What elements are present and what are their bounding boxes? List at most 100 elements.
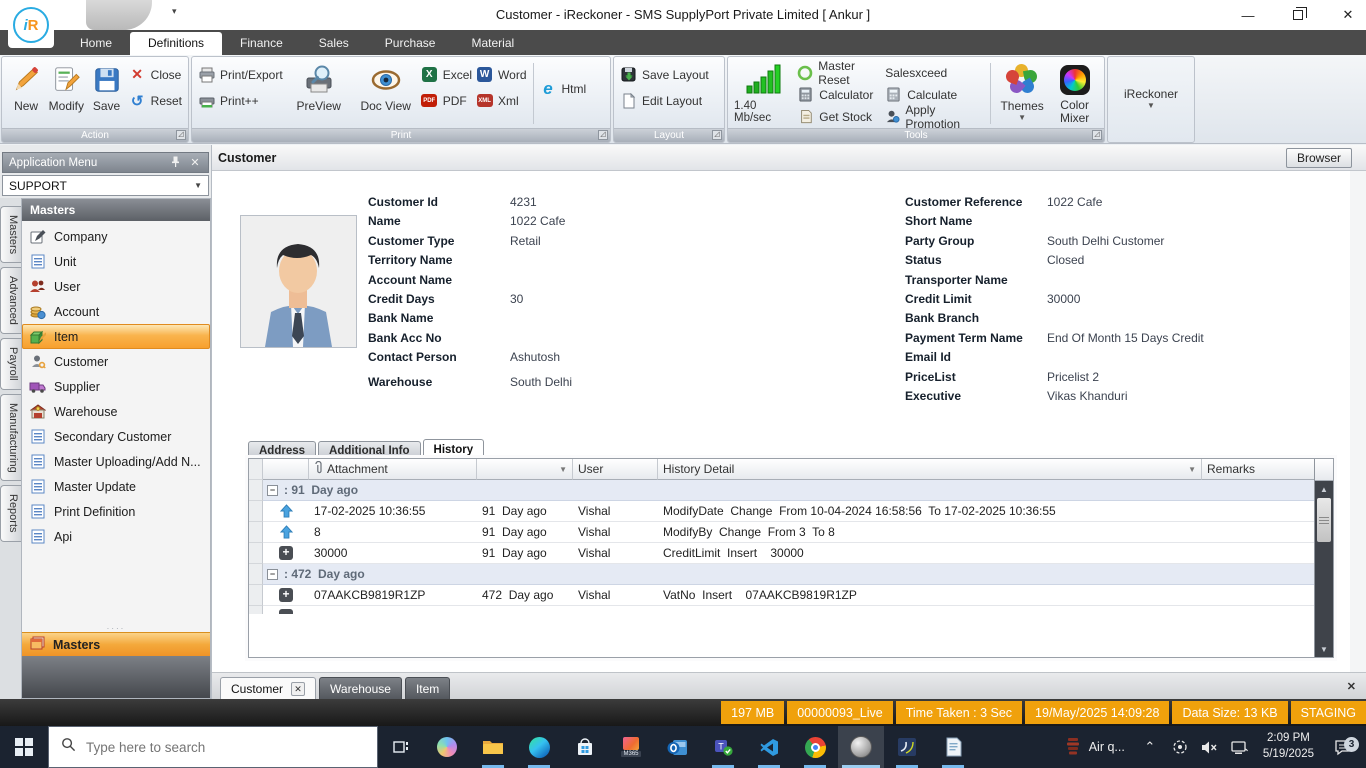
filter-icon[interactable]: ▼: [1188, 465, 1196, 474]
table-row-cell[interactable]: ModifyDate Change From 10-04-2024 16:58:…: [658, 501, 1202, 522]
tab-finance[interactable]: Finance: [222, 32, 301, 55]
taskbar-search[interactable]: [48, 726, 378, 768]
weather-widget[interactable]: Air q...: [1057, 737, 1133, 758]
new-button[interactable]: New: [8, 61, 44, 113]
sidebar-item-company[interactable]: Company: [22, 224, 210, 249]
sidebar-item-item[interactable]: Item: [22, 324, 210, 349]
sidebar-item-user[interactable]: User: [22, 274, 210, 299]
save-layout-button[interactable]: Save Layout: [620, 65, 709, 84]
table-row-cell[interactable]: [1202, 585, 1314, 606]
reset-button[interactable]: ↺ Reset: [129, 91, 182, 110]
tab-material[interactable]: Material: [453, 32, 532, 55]
tabstrip-close-icon[interactable]: ✕: [1347, 680, 1356, 693]
doc-tab-customer[interactable]: Customer ✕: [220, 677, 316, 699]
teams-icon[interactable]: T: [700, 726, 746, 768]
ireckoner-menu-button[interactable]: iReckoner ▼: [1114, 61, 1188, 109]
copilot-icon[interactable]: [424, 726, 470, 768]
scrollbar-thumb[interactable]: [1317, 498, 1331, 542]
module-selector[interactable]: SUPPORT ▼: [2, 175, 209, 196]
table-row-cell[interactable]: [1202, 501, 1314, 522]
edit-layout-button[interactable]: Edit Layout: [620, 91, 709, 110]
close-button[interactable]: ✕: [1338, 5, 1358, 25]
browser-button[interactable]: Browser: [1286, 148, 1352, 168]
sidebar-item-customer[interactable]: Customer: [22, 349, 210, 374]
header-age[interactable]: ▼: [477, 459, 573, 480]
layout-dialog-launcher[interactable]: ◿: [712, 130, 722, 140]
pin-icon[interactable]: [168, 156, 182, 170]
table-row-cell[interactable]: 8: [309, 522, 477, 543]
header-user[interactable]: User: [573, 459, 658, 480]
table-row-cell[interactable]: Vishal: [573, 543, 658, 564]
apply-promotion-button[interactable]: Apply Promotion: [885, 107, 984, 126]
master-reset-button[interactable]: Master Reset: [797, 63, 881, 82]
sidebar-item-master-uploading[interactable]: Master Uploading/Add N...: [22, 449, 210, 474]
tab-definitions[interactable]: Definitions: [130, 32, 222, 55]
pdf-button[interactable]: PDF PDF: [421, 91, 472, 110]
file-explorer-icon[interactable]: [470, 726, 516, 768]
table-scrollbar[interactable]: ▲ ▼: [1314, 459, 1333, 657]
calculator-button[interactable]: Calculator: [797, 85, 881, 104]
table-row-cell[interactable]: Vishal: [573, 585, 658, 606]
scroll-up-icon[interactable]: ▲: [1315, 481, 1333, 497]
table-row-cell[interactable]: 07AAKCB9819R1ZP: [309, 585, 477, 606]
vtab-reports[interactable]: Reports: [0, 485, 21, 542]
vtab-payroll[interactable]: Payroll: [0, 338, 21, 390]
panel-close-icon[interactable]: ✕: [188, 156, 202, 169]
start-button[interactable]: [0, 726, 48, 768]
table-row-cell[interactable]: 472 Day ago: [477, 585, 573, 606]
collapse-icon[interactable]: −: [267, 569, 278, 580]
taskbar-clock[interactable]: 2:09 PM 5/19/2025: [1257, 731, 1320, 762]
table-row-cell[interactable]: Vishal: [573, 522, 658, 543]
themes-button[interactable]: Themes ▼: [997, 61, 1047, 121]
table-row-cell[interactable]: Vishal: [573, 501, 658, 522]
outlook-icon[interactable]: [654, 726, 700, 768]
restore-button[interactable]: [1288, 5, 1308, 25]
table-row-cell[interactable]: VatNo Insert 07AAKCB9819R1ZP: [658, 585, 1202, 606]
table-row-cell[interactable]: CreditLimit Insert 30000: [658, 543, 1202, 564]
tab-home[interactable]: Home: [62, 32, 130, 55]
panel-splitter[interactable]: ····: [22, 624, 210, 632]
salesxceed-button[interactable]: Salesxceed: [885, 63, 984, 82]
doc-tab-warehouse[interactable]: Warehouse: [319, 677, 402, 699]
get-stock-button[interactable]: Get Stock: [797, 107, 881, 126]
minimize-button[interactable]: —: [1238, 5, 1258, 25]
tools-dialog-launcher[interactable]: ◿: [1092, 130, 1102, 140]
task-view-button[interactable]: [378, 726, 424, 768]
table-row-cell[interactable]: 91 Day ago: [477, 501, 573, 522]
group-row[interactable]: − : 472 Day ago: [263, 564, 1314, 585]
table-row-cell[interactable]: 30000: [309, 543, 477, 564]
print-export-button[interactable]: Print/Export: [198, 65, 283, 84]
collapse-icon[interactable]: −: [267, 485, 278, 496]
modify-button[interactable]: Modify: [48, 61, 84, 113]
action-dialog-launcher[interactable]: ◿: [176, 130, 186, 140]
table-row-cell[interactable]: 17-02-2025 10:36:55: [309, 501, 477, 522]
sidebar-item-supplier[interactable]: Supplier: [22, 374, 210, 399]
sidebar-item-unit[interactable]: Unit: [22, 249, 210, 274]
word-button[interactable]: W Word: [476, 65, 526, 84]
action-center-button[interactable]: 3: [1324, 739, 1362, 756]
filter-icon[interactable]: ▼: [559, 465, 567, 474]
ireckoner-taskbar-icon[interactable]: [838, 726, 884, 768]
tab-purchase[interactable]: Purchase: [367, 32, 454, 55]
doc-tab-item[interactable]: Item: [405, 677, 450, 699]
calculate-button[interactable]: Calculate: [885, 85, 984, 104]
app-logo[interactable]: iR: [8, 2, 54, 48]
doc-view-button[interactable]: Doc View: [355, 61, 417, 113]
sidebar-item-print-definition[interactable]: Print Definition: [22, 499, 210, 524]
preview-button[interactable]: PreView: [287, 61, 351, 113]
header-history-detail[interactable]: History Detail▼: [658, 459, 1202, 480]
tab-sales[interactable]: Sales: [301, 32, 367, 55]
ssms-icon[interactable]: [884, 726, 930, 768]
masters-bottom-button[interactable]: Masters: [22, 632, 210, 656]
print-plus-button[interactable]: Print++: [198, 91, 283, 110]
table-row-cell[interactable]: 91 Day ago: [477, 522, 573, 543]
tab-address[interactable]: Address: [248, 441, 316, 459]
sidebar-item-api[interactable]: Api: [22, 524, 210, 549]
search-input[interactable]: [86, 740, 365, 755]
table-row-cell[interactable]: 91 Day ago: [477, 543, 573, 564]
table-row-cell[interactable]: [1202, 543, 1314, 564]
volume-muted-icon[interactable]: [1197, 740, 1223, 755]
save-button[interactable]: Save: [88, 61, 124, 113]
sidebar-item-secondary-customer[interactable]: Secondary Customer: [22, 424, 210, 449]
tab-history[interactable]: History: [423, 439, 485, 459]
